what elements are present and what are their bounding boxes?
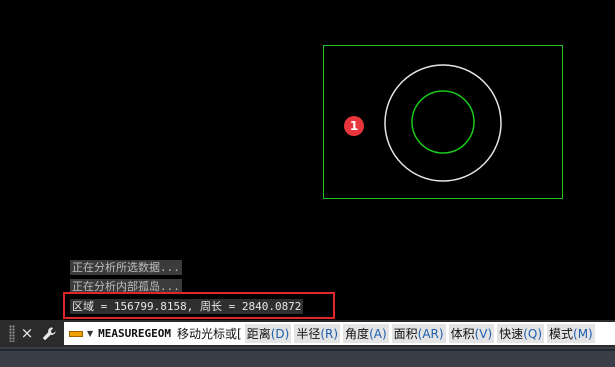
inner-circle-shape[interactable] bbox=[411, 90, 475, 154]
option-key: (M) bbox=[573, 327, 593, 341]
option-key: (R) bbox=[320, 327, 339, 341]
option-volume[interactable]: 体积(V) bbox=[448, 324, 495, 343]
option-quick[interactable]: 快速(Q) bbox=[497, 324, 544, 343]
outer-circle-shape[interactable] bbox=[384, 64, 502, 182]
option-radius[interactable]: 半径(R) bbox=[294, 324, 341, 343]
command-prompt: 移动光标或[ bbox=[177, 327, 242, 341]
option-label: 角度 bbox=[345, 327, 370, 341]
divider bbox=[0, 349, 615, 351]
chevron-down-icon[interactable]: ▼ bbox=[87, 329, 93, 338]
option-key: (Q) bbox=[523, 327, 542, 341]
drag-grip-icon[interactable] bbox=[9, 325, 15, 342]
close-icon[interactable]: × bbox=[18, 324, 36, 342]
option-key: (D) bbox=[270, 327, 290, 341]
option-key: (A) bbox=[369, 327, 387, 341]
command-bar: × ▼ MEASUREGEOM 移动光标或[ 距离(D) 半径(R) 角度(A)… bbox=[0, 320, 615, 347]
wrench-icon[interactable] bbox=[40, 324, 58, 342]
option-label: 模式 bbox=[549, 327, 574, 341]
result-highlight-box bbox=[63, 292, 335, 319]
option-label: 体积 bbox=[450, 327, 475, 341]
option-angle[interactable]: 角度(A) bbox=[343, 324, 389, 343]
drawing-canvas[interactable]: 1 正在分析所选数据... 正在分析内部孤岛... 区域 = 156799.81… bbox=[0, 0, 615, 320]
option-label: 快速 bbox=[499, 327, 524, 341]
wrench-icon-graphic bbox=[42, 326, 56, 340]
option-label: 距离 bbox=[246, 327, 271, 341]
option-key: (AR) bbox=[417, 327, 444, 341]
option-distance[interactable]: 距离(D) bbox=[244, 324, 292, 343]
bottom-status-strip bbox=[0, 347, 615, 367]
option-key: (V) bbox=[474, 327, 493, 341]
command-name: MEASUREGEOM bbox=[98, 327, 172, 340]
command-line-input[interactable]: ▼ MEASUREGEOM 移动光标或[ 距离(D) 半径(R) 角度(A) 面… bbox=[64, 322, 615, 345]
option-area[interactable]: 面积(AR) bbox=[391, 324, 446, 343]
history-line-analyzing-selection: 正在分析所选数据... bbox=[70, 260, 182, 275]
option-label: 半径 bbox=[296, 327, 321, 341]
measure-ruler-icon[interactable] bbox=[69, 330, 83, 337]
option-label: 面积 bbox=[393, 327, 418, 341]
option-mode[interactable]: 模式(M) bbox=[547, 324, 595, 343]
step-marker-badge: 1 bbox=[344, 116, 364, 136]
